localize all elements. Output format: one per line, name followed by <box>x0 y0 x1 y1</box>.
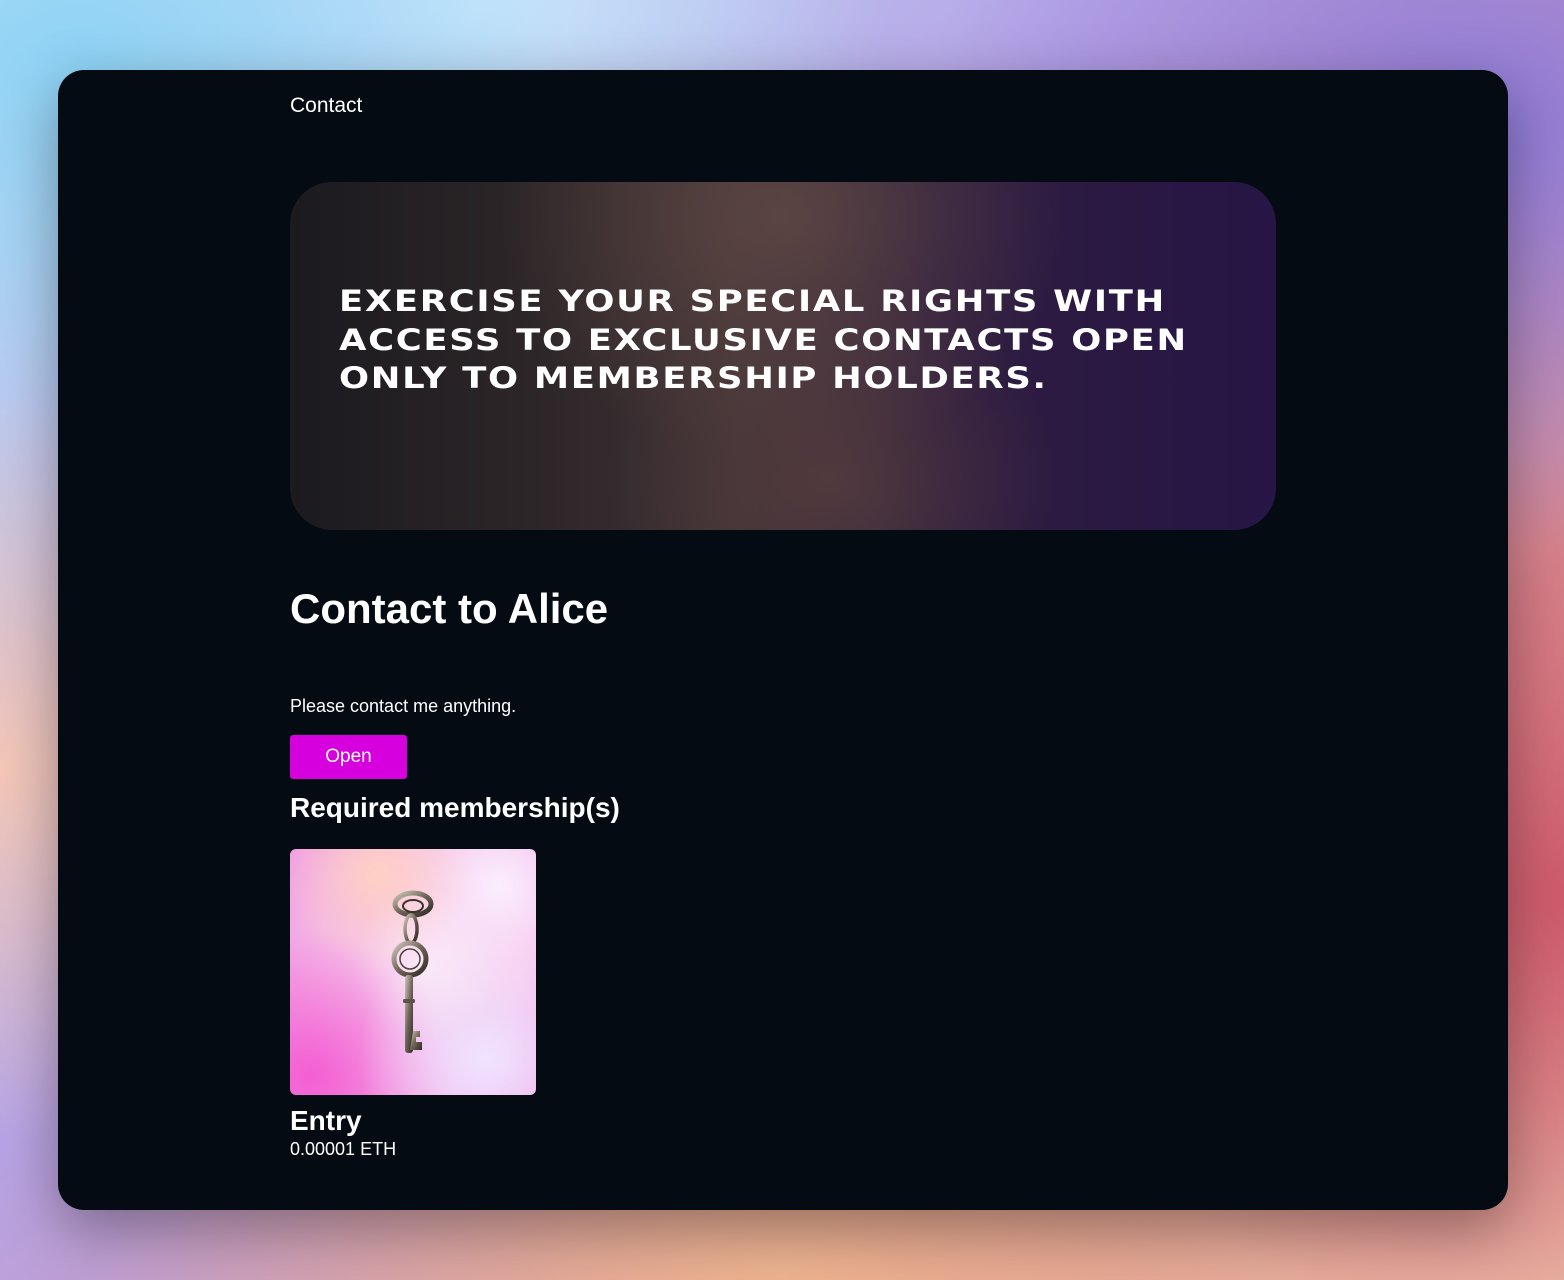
page-title: Contact to Alice <box>290 585 609 632</box>
membership-card[interactable]: Entry 0.00001 ETH <box>290 849 536 1160</box>
hero-text: Exercise your special rights with access… <box>339 284 1188 395</box>
hero-banner: Exercise your special rights with access… <box>290 182 1276 530</box>
nav-contact-link[interactable]: Contact <box>290 94 362 118</box>
open-button[interactable]: Open <box>290 735 407 779</box>
contact-description: Please contact me anything. <box>290 696 517 716</box>
required-memberships-title: Required membership(s) <box>290 792 620 823</box>
membership-name: Entry <box>290 1105 362 1136</box>
membership-image <box>290 849 536 1095</box>
key-icon <box>350 889 500 1053</box>
membership-price: 0.00001 ETH <box>290 1139 397 1159</box>
app-window: Contact Exercise your special rights wit… <box>58 70 1508 1210</box>
